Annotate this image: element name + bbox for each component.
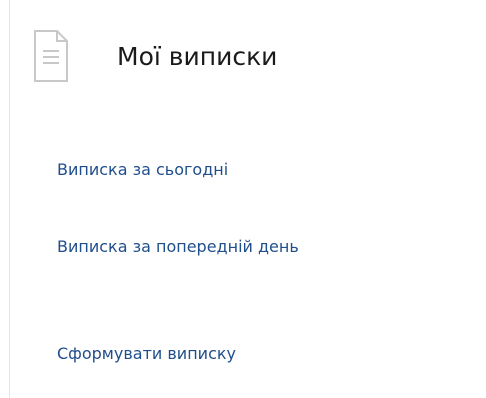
menu-item-previous-day-statement[interactable]: Виписка за попередній день [57,235,347,259]
document-icon [34,30,68,82]
statements-panel: Мої виписки Виписка за сьогодні Виписка … [0,0,486,398]
page-title: Мої виписки [117,41,278,71]
panel-divider [9,0,10,398]
menu-item-generate-statement[interactable]: Сформувати виписку [57,342,236,366]
panel-header: Мої виписки [33,26,277,86]
menu-item-today-statement[interactable]: Виписка за сьогодні [57,158,228,182]
